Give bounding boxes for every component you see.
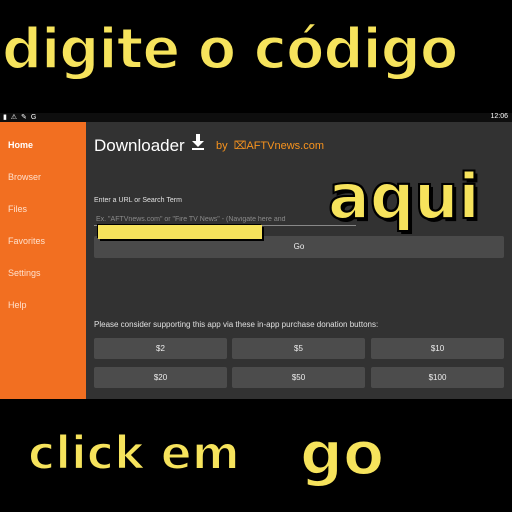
donate-2-button[interactable]: $2 (94, 338, 227, 359)
donate-20-button[interactable]: $20 (94, 367, 227, 388)
sidebar-item-browser[interactable]: Browser (8, 172, 41, 182)
url-label: Enter a URL or Search Term (94, 197, 182, 204)
by-label: by (216, 140, 228, 152)
caption-click: click em (27, 426, 241, 480)
caption-underline (98, 225, 262, 239)
donate-100-button[interactable]: $100 (371, 367, 504, 388)
donate-5-button[interactable]: $5 (232, 338, 365, 359)
donate-10-button[interactable]: $10 (371, 338, 504, 359)
sidebar-item-help[interactable]: Help (8, 300, 27, 310)
clock: 12:06 (490, 113, 508, 120)
sidebar-item-home[interactable]: Home (8, 140, 33, 150)
sidebar: Home Browser Files Favorites Settings He… (0, 122, 86, 399)
brand-byline: by ⌧AFTVnews.com (216, 139, 324, 152)
caption-top: digite o código (1, 17, 459, 82)
status-bar: ▮ ⚠ ✎ G 12:06 (0, 113, 512, 122)
app-title: Downloader (94, 136, 185, 155)
sidebar-item-favorites[interactable]: Favorites (8, 236, 45, 246)
brand-name: AFTVnews.com (246, 140, 325, 152)
sidebar-item-settings[interactable]: Settings (8, 268, 41, 278)
caption-go: go (299, 419, 385, 489)
go-button[interactable]: Go (94, 236, 504, 258)
status-icons: ▮ ⚠ ✎ G (3, 114, 38, 121)
donate-50-button[interactable]: $50 (232, 367, 365, 388)
sidebar-item-files[interactable]: Files (8, 204, 27, 214)
brand-logo-icon: ⌧ (233, 140, 247, 152)
donation-message: Please consider supporting this app via … (94, 320, 379, 329)
download-icon (192, 134, 204, 150)
caption-aqui: aqui (327, 160, 481, 233)
